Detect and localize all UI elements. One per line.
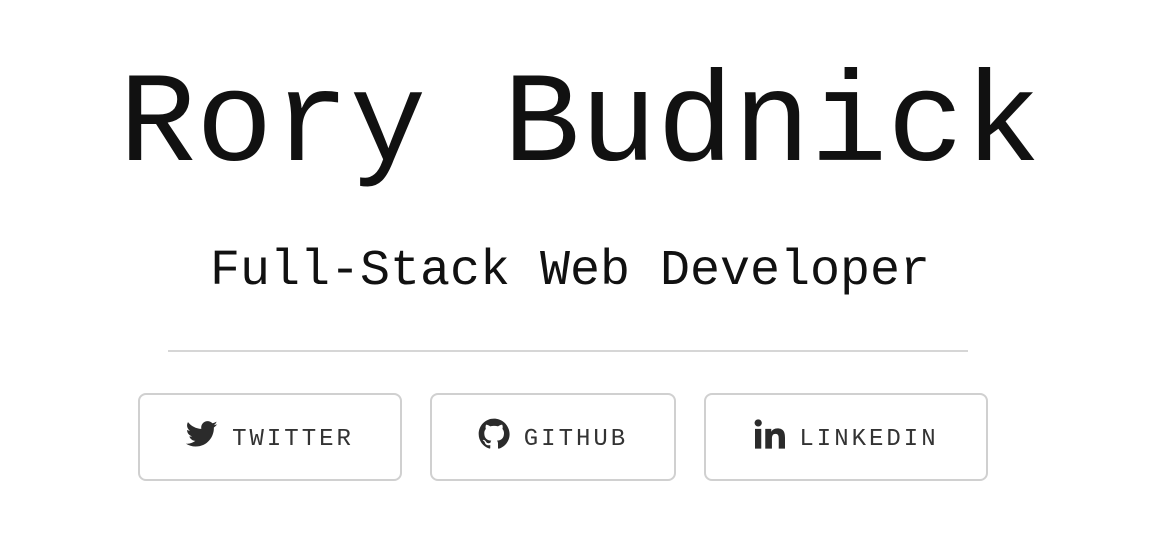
page-title: Rory Budnick <box>119 54 1041 199</box>
github-label: GITHUB <box>523 425 629 453</box>
twitter-icon <box>186 418 218 450</box>
divider <box>168 350 968 352</box>
twitter-button[interactable]: TWITTER <box>138 393 402 481</box>
github-button[interactable]: GITHUB <box>430 393 676 481</box>
github-icon <box>478 418 510 450</box>
linkedin-button[interactable]: LINKEDIN <box>704 393 988 481</box>
page: Rory Budnick Full-Stack Web Developer TW… <box>0 0 1160 536</box>
linkedin-icon <box>753 418 786 450</box>
linkedin-label: LINKEDIN <box>799 425 939 453</box>
twitter-label: TWITTER <box>232 425 354 453</box>
page-subtitle: Full-Stack Web Developer <box>209 243 931 300</box>
